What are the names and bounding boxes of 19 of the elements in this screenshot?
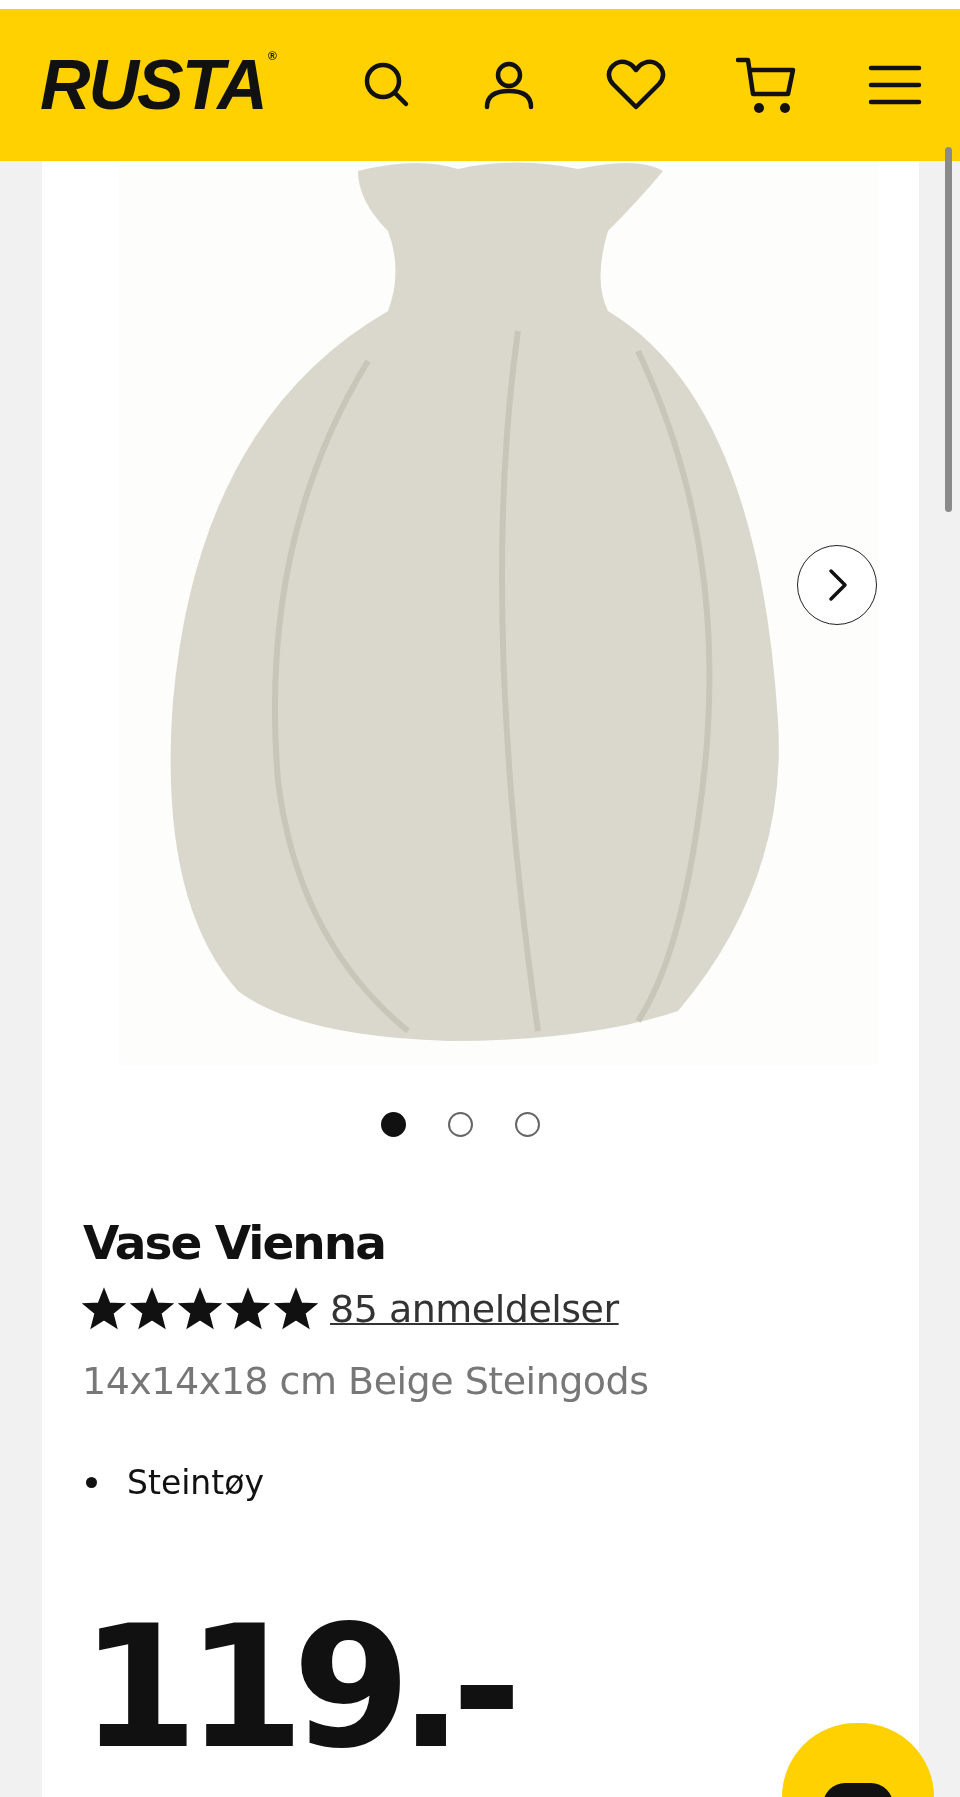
star-icon bbox=[82, 1287, 126, 1332]
cart-icon[interactable] bbox=[736, 56, 798, 114]
account-icon[interactable] bbox=[482, 60, 536, 110]
heart-icon[interactable] bbox=[606, 59, 666, 111]
feature-text: Steintøy bbox=[127, 1463, 264, 1503]
carousel-dot[interactable] bbox=[381, 1112, 406, 1137]
product-title: Vase Vienna bbox=[83, 1215, 386, 1272]
logo[interactable]: RUSTA$^{®}$ bbox=[40, 50, 275, 120]
star-icon bbox=[178, 1287, 222, 1332]
product-description: 14x14x18 cm Beige Steingods bbox=[82, 1359, 650, 1404]
scrollbar-thumb[interactable] bbox=[945, 147, 952, 512]
star-icon bbox=[226, 1287, 270, 1332]
bullet-icon bbox=[86, 1477, 97, 1489]
star-icon bbox=[130, 1287, 174, 1332]
carousel-dot[interactable] bbox=[448, 1112, 473, 1137]
price: 119.- bbox=[80, 1602, 510, 1773]
reviews-link[interactable]: 85 anmeldelser bbox=[330, 1287, 619, 1332]
carousel-dot[interactable] bbox=[515, 1112, 540, 1137]
star-icon bbox=[274, 1287, 318, 1332]
